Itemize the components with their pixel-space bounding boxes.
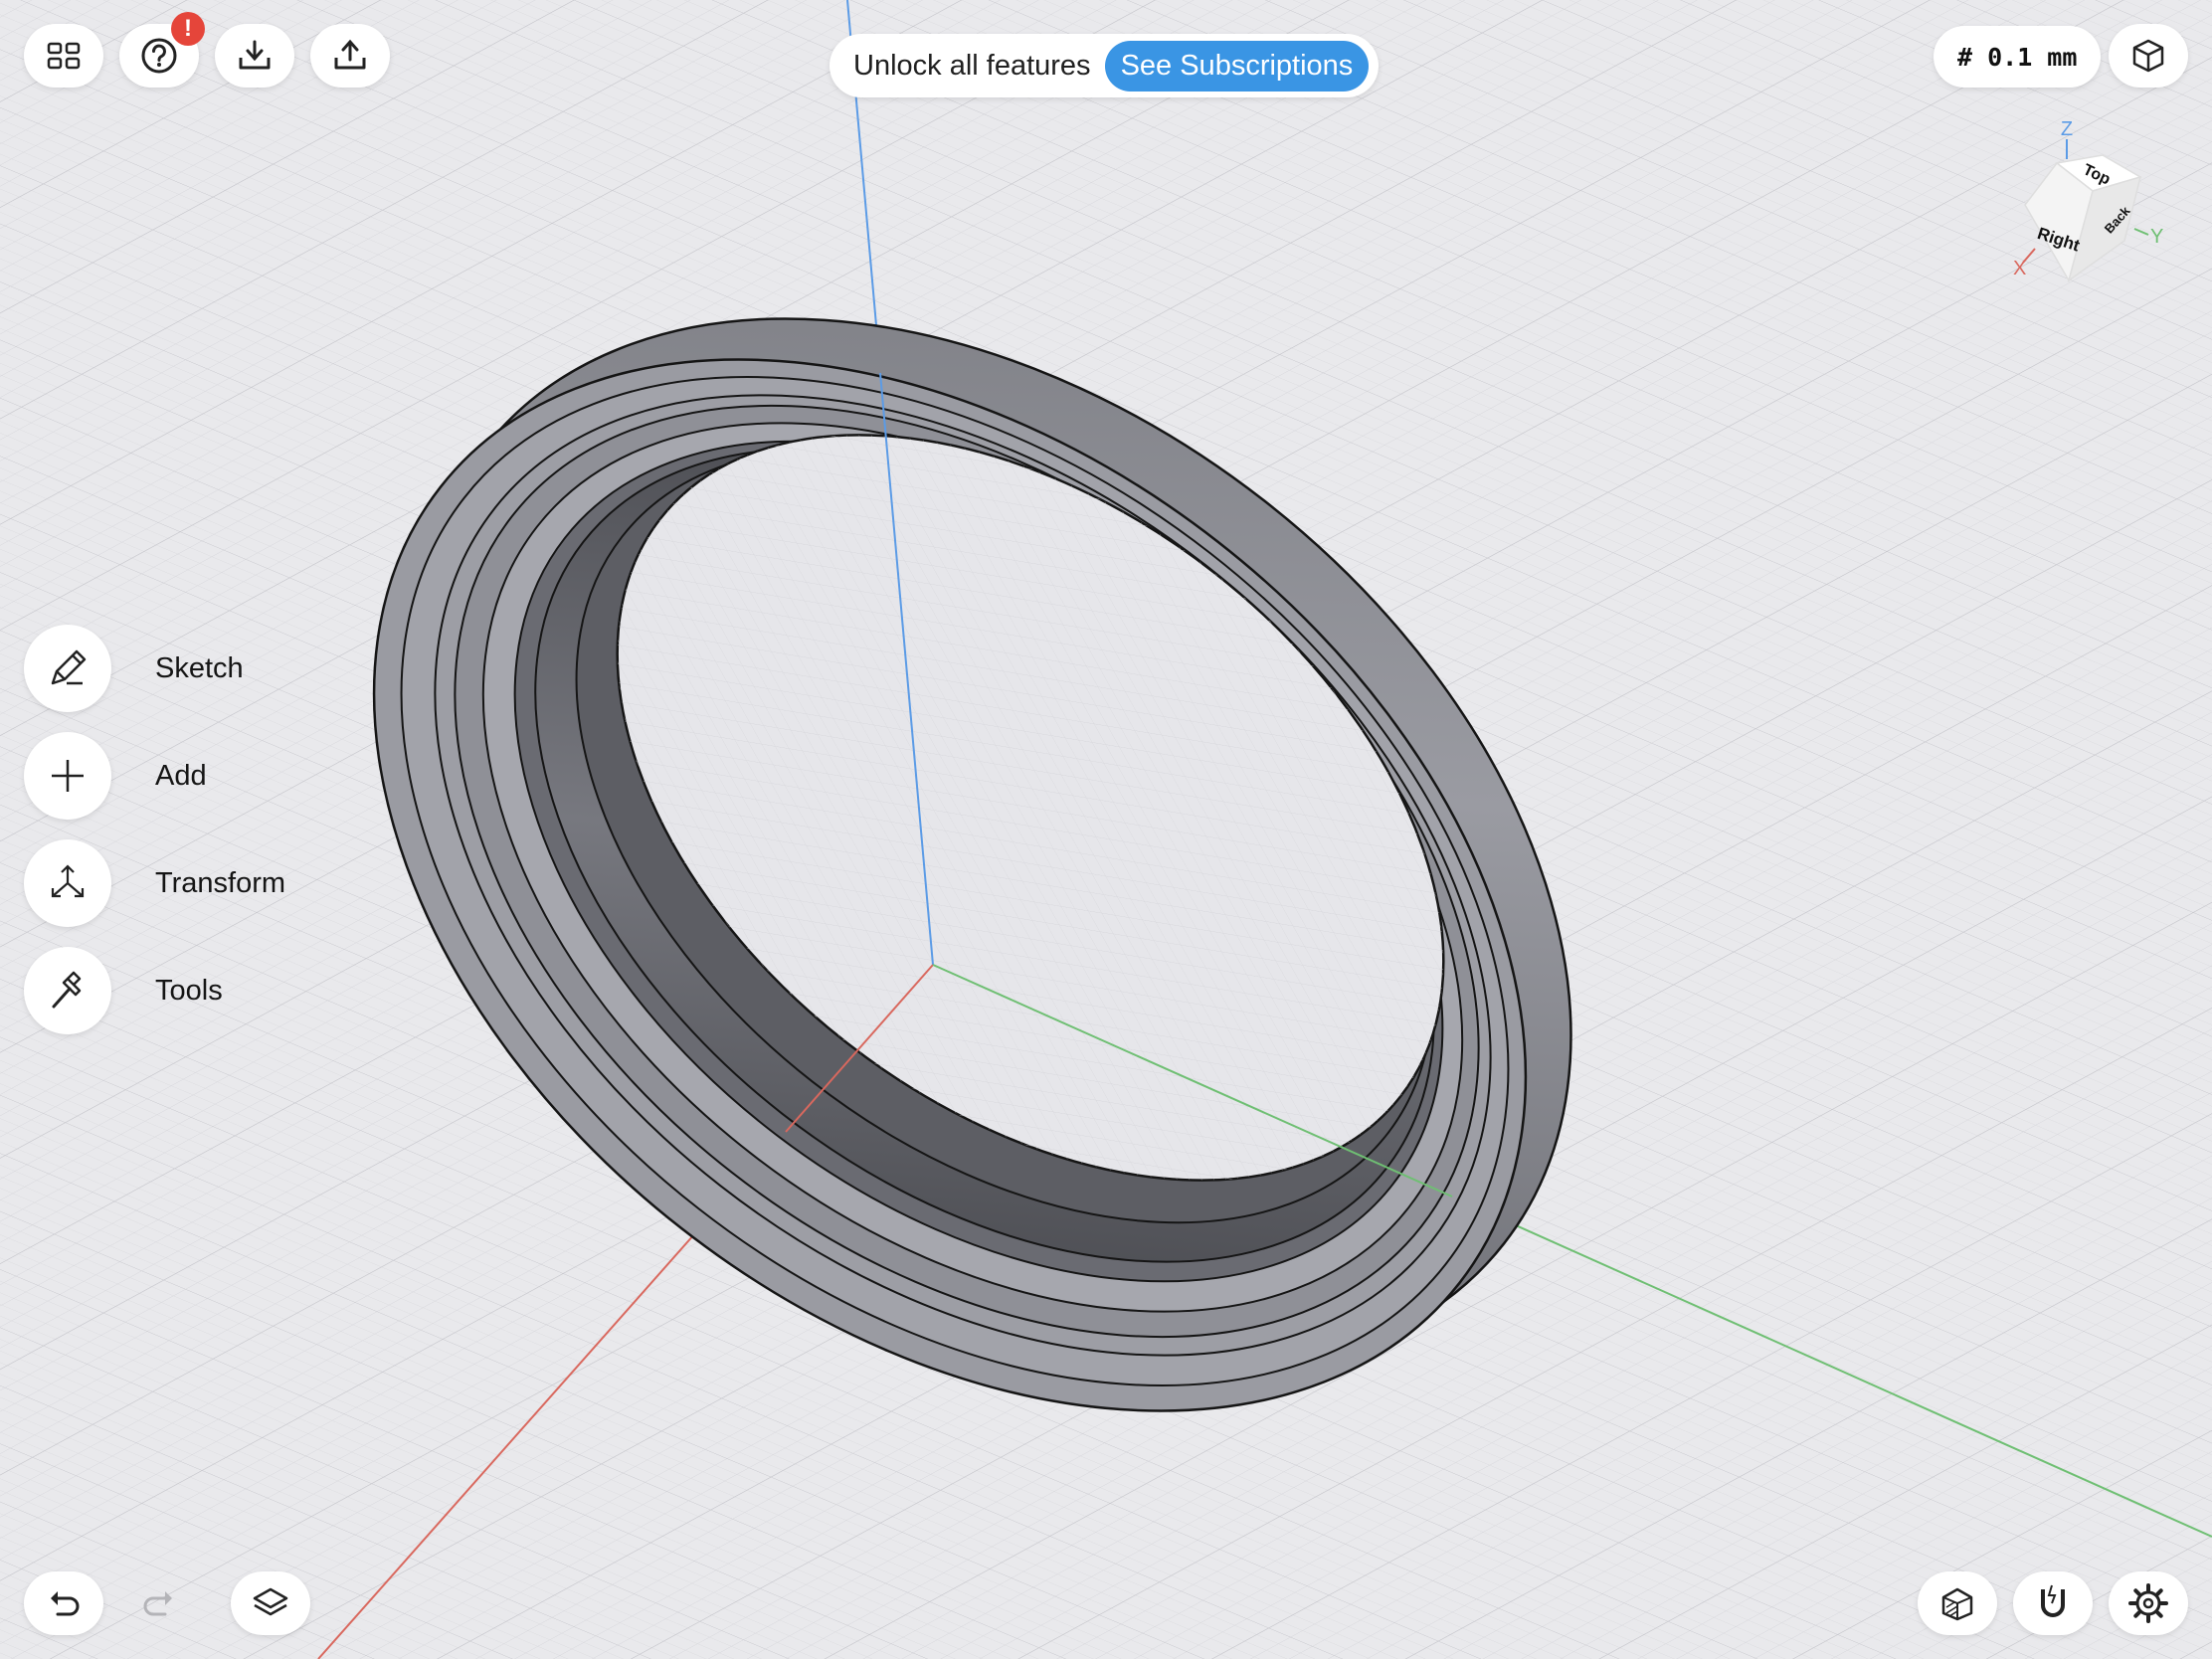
help-icon <box>141 38 177 74</box>
settings-gear-icon <box>2128 1583 2168 1623</box>
redo-button[interactable] <box>119 1571 199 1635</box>
add-button[interactable] <box>24 732 111 820</box>
sketch-label: Sketch <box>155 651 244 684</box>
add-label: Add <box>155 759 207 792</box>
x-axis-label: X <box>2013 258 2026 279</box>
transform-label: Transform <box>155 866 286 899</box>
subscription-banner: Unlock all features See Subscriptions <box>830 34 1380 97</box>
transform-button[interactable] <box>24 839 111 927</box>
add-menu-item[interactable]: Add <box>24 732 207 820</box>
plus-icon <box>52 760 84 792</box>
y-axis-label: Y <box>2150 226 2163 248</box>
tools-label: Tools <box>155 974 223 1007</box>
layers-icon <box>253 1587 288 1616</box>
export-button[interactable] <box>310 24 390 88</box>
unlock-features-text: Unlock all features <box>853 49 1091 82</box>
import-icon <box>239 40 271 70</box>
view-cube[interactable]: Z X Y Top Right Back <box>1999 111 2178 290</box>
redo-icon <box>143 1591 172 1616</box>
gallery-button[interactable] <box>24 24 103 88</box>
section-view-icon <box>1941 1587 1973 1621</box>
undo-icon <box>51 1591 80 1616</box>
hammer-icon <box>52 971 82 1009</box>
pencil-icon <box>51 649 87 685</box>
settings-button[interactable] <box>2109 1571 2188 1635</box>
grid-icon <box>47 42 81 70</box>
snap-magnet-icon <box>2041 1584 2065 1617</box>
sketch-menu-item[interactable]: Sketch <box>24 625 244 712</box>
tools-button[interactable] <box>24 947 111 1034</box>
undo-button[interactable] <box>24 1571 103 1635</box>
help-alert-badge: ! <box>171 12 205 46</box>
layers-button[interactable] <box>231 1571 310 1635</box>
import-button[interactable] <box>215 24 294 88</box>
snap-button[interactable] <box>2013 1571 2093 1635</box>
see-subscriptions-button[interactable]: See Subscriptions <box>1104 40 1370 92</box>
export-icon <box>334 39 366 70</box>
section-view-button[interactable] <box>1918 1571 1997 1635</box>
tools-menu-item[interactable]: Tools <box>24 947 223 1034</box>
view-mode-button[interactable] <box>2109 24 2188 88</box>
transform-menu-item[interactable]: Transform <box>24 839 285 927</box>
grid-size-indicator[interactable]: # 0.1 mm <box>1934 26 2102 88</box>
z-axis-label: Z <box>2061 118 2073 140</box>
sketch-button[interactable] <box>24 625 111 712</box>
cube-view-icon <box>2132 39 2164 73</box>
3d-viewport[interactable] <box>0 0 2212 1659</box>
transform-arrows-icon <box>51 864 85 898</box>
grid-size-label: # 0.1 mm <box>1957 42 2078 72</box>
